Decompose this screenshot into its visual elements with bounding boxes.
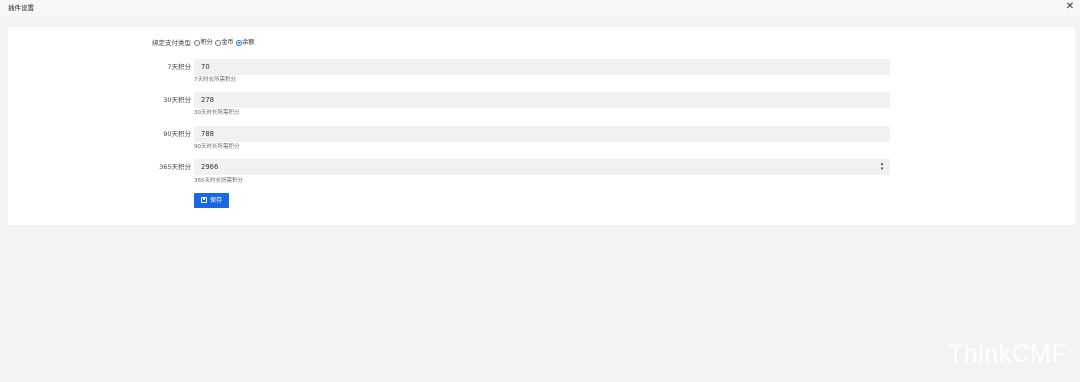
help-text-365day: 365天时长所需积分 [194,178,243,184]
pay-type-radio-group: 积分 金币 余额 [194,38,257,48]
pay-type-label: 绑定支付类型 [152,39,191,47]
dialog-title: 插件设置 [8,4,34,12]
radio-label-points: 积分 [200,39,213,46]
radio-button-balance[interactable] [235,40,242,46]
radio-label-balance: 余额 [242,39,255,46]
radio-option-points[interactable]: 积分 [194,38,213,48]
help-text-7day: 7天时长所需积分 [194,77,236,83]
radio-button-points[interactable] [194,40,200,46]
field-label-7day: 7天积分 [167,63,191,71]
points-365day-field: 2966 ▴ ▾ [194,159,890,175]
field-label-365day: 365天积分 [159,163,191,171]
help-text-30day: 30天时长所需积分 [194,110,240,116]
field-label-90day: 90天积分 [163,130,191,138]
radio-button-coins[interactable] [214,40,221,46]
save-button-label: 保存 [209,197,223,204]
radio-option-coins[interactable]: 金币 [214,38,234,48]
field-label-30day: 30天积分 [163,96,191,104]
points-365day-input[interactable]: 2966 [194,159,890,175]
points-30day-input[interactable]: 278 [194,92,890,108]
radio-option-balance[interactable]: 余额 [235,38,255,48]
help-text-90day: 90天时长所需积分 [194,144,240,150]
save-button[interactable]: 保存 [194,193,229,208]
points-7day-input[interactable]: 70 [194,59,890,75]
number-stepper-icon[interactable]: ▴ ▾ [879,162,885,172]
points-90day-input[interactable]: 788 [194,126,890,142]
settings-form-card: 绑定支付类型 积分 金币 余额 7天积分 70 7天时长所需积分 30天积分 2… [8,27,1075,225]
save-icon [200,196,207,203]
radio-label-coins: 金币 [221,39,234,46]
close-icon[interactable]: ✕ [1064,1,1076,13]
dialog-titlebar: 插件设置 ✕ [0,0,1080,16]
watermark-text: ThinkCMF [948,340,1068,368]
